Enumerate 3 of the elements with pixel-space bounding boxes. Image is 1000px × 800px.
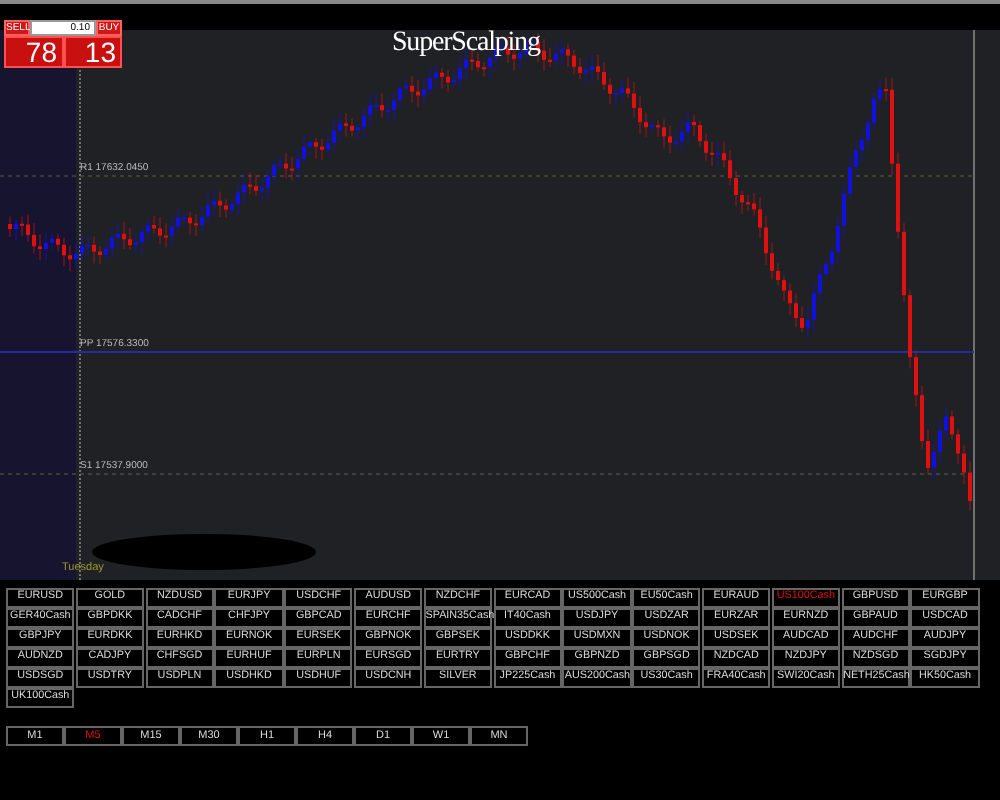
sell-price-button[interactable]: 78 [4, 36, 63, 68]
buy-price-button[interactable]: 13 [63, 36, 122, 68]
indicator-title: SuperScalping [392, 28, 540, 60]
